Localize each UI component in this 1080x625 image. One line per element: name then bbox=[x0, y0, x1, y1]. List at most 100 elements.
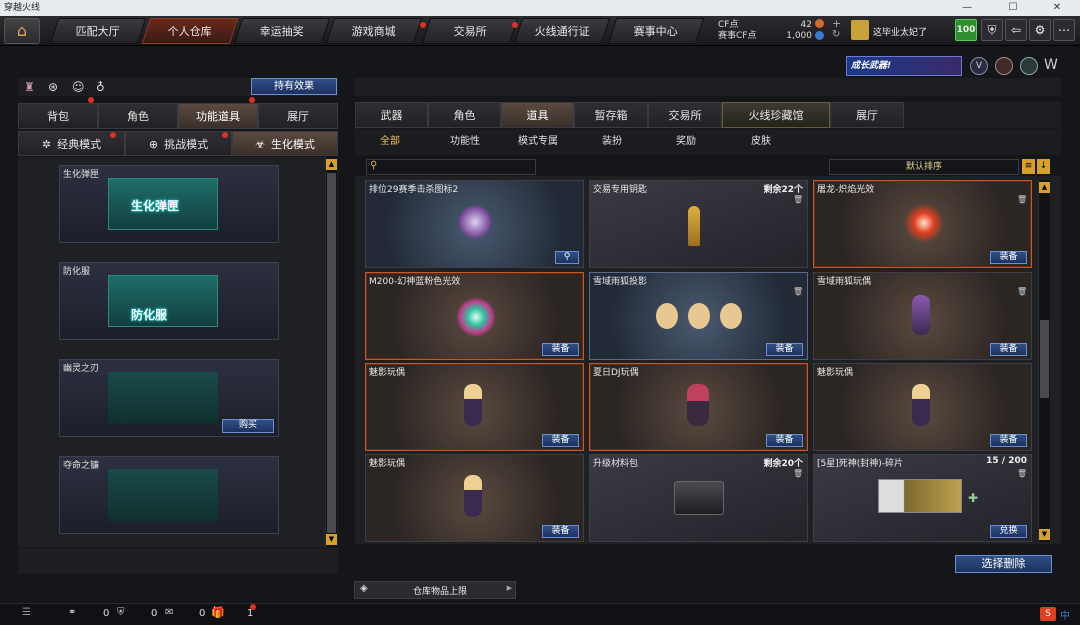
tab-props[interactable]: 道具 bbox=[501, 102, 574, 128]
trash-icon[interactable]: 🗑 bbox=[793, 195, 803, 205]
equip-button[interactable]: 装备 bbox=[542, 434, 579, 447]
scroll-thumb[interactable] bbox=[327, 173, 336, 533]
tab-lucky-draw[interactable]: 幸运抽奖 bbox=[233, 18, 331, 44]
grid-scrollbar[interactable]: ▲ ▼ bbox=[1038, 180, 1050, 542]
subtab-mode-exclusive[interactable]: 模式专属 bbox=[508, 131, 568, 153]
list-icon[interactable]: ☰ bbox=[22, 607, 31, 618]
emblem-icon[interactable] bbox=[995, 57, 1013, 75]
exchange-button[interactable]: 兑换 bbox=[990, 525, 1027, 538]
sort-dropdown[interactable]: 默认排序 bbox=[829, 159, 1019, 175]
scroll-thumb[interactable] bbox=[1040, 320, 1049, 398]
item-card[interactable]: M200-幻神蓝粉色光效 装备 bbox=[365, 272, 584, 360]
tab-functional-items[interactable]: 功能道具 bbox=[178, 103, 258, 129]
scroll-up-icon[interactable]: ▲ bbox=[326, 159, 337, 170]
scroll-up-icon[interactable]: ▲ bbox=[1039, 182, 1050, 193]
subtab-all[interactable]: 全部 bbox=[362, 131, 418, 153]
chat-icon[interactable]: ✉ bbox=[165, 607, 173, 618]
tab-characters[interactable]: 角色 bbox=[428, 102, 501, 128]
gear-icon[interactable]: ⚙ bbox=[1029, 19, 1051, 41]
menu-icon[interactable]: ⋯ bbox=[1053, 19, 1075, 41]
item-card[interactable]: 交易专用钥匙 剩余22个 🗑 bbox=[589, 180, 808, 268]
exit-icon[interactable]: ⇦ bbox=[1005, 19, 1027, 41]
subtab-rewards[interactable]: 奖励 bbox=[658, 131, 714, 153]
list-item[interactable]: 生化弹匣 生化弹匣 bbox=[59, 165, 279, 243]
subtab-functional[interactable]: 功能性 bbox=[435, 131, 495, 153]
subtab-skins[interactable]: 皮肤 bbox=[733, 131, 789, 153]
equip-button[interactable]: 装备 bbox=[542, 525, 579, 538]
equip-button[interactable]: 装备 bbox=[766, 343, 803, 356]
tab-match-lobby[interactable]: 匹配大厅 bbox=[49, 18, 147, 44]
equip-button[interactable]: 装备 bbox=[990, 251, 1027, 264]
tab-storage[interactable]: 暂存箱 bbox=[574, 102, 648, 128]
item-card[interactable]: 魅影玩偶 装备 bbox=[365, 363, 584, 451]
item-card[interactable]: 屠龙-炽焰光效 🗑 装备 bbox=[813, 180, 1032, 268]
item-card[interactable]: 夏日DJ玩偶 装备 bbox=[589, 363, 808, 451]
maximize-button[interactable]: ☐ bbox=[990, 0, 1036, 16]
tab-weapons[interactable]: 武器 bbox=[355, 102, 428, 128]
trash-icon[interactable]: 🗑 bbox=[793, 469, 803, 479]
tab-personal-warehouse[interactable]: 个人仓库 bbox=[141, 18, 239, 44]
tab-showroom[interactable]: 展厅 bbox=[258, 103, 338, 129]
equip-button[interactable]: 装备 bbox=[990, 343, 1027, 356]
gift-icon[interactable]: 🎁 bbox=[211, 606, 225, 619]
trash-icon[interactable]: 🗑 bbox=[1017, 469, 1027, 479]
item-card[interactable]: 雪域雨狐投影 🗑 装备 bbox=[589, 272, 808, 360]
scroll-down-icon[interactable]: ▼ bbox=[326, 534, 337, 545]
list-view-icon[interactable]: ≡ bbox=[1022, 159, 1035, 174]
item-card[interactable]: 排位29赛季击杀图标2 ⚲ bbox=[365, 180, 584, 268]
tab-collection-hall[interactable]: 火线珍藏馆 bbox=[722, 102, 830, 128]
tab-exchange-items[interactable]: 交易所 bbox=[648, 102, 722, 128]
item-card[interactable]: 魅影玩偶 装备 bbox=[813, 363, 1032, 451]
zoom-icon[interactable]: ⚲ bbox=[555, 251, 579, 264]
item-card[interactable]: 雪域雨狐玩偶 🗑 装备 bbox=[813, 272, 1032, 360]
shield-icon[interactable]: ⛨ bbox=[981, 19, 1003, 41]
list-item[interactable]: 幽灵之刃 购买 bbox=[59, 359, 279, 437]
home-icon[interactable]: ⌂ bbox=[4, 18, 40, 44]
buy-button[interactable]: 购买 bbox=[222, 419, 274, 433]
tab-display[interactable]: 展厅 bbox=[830, 102, 904, 128]
sogou-input-icon[interactable]: S bbox=[1040, 607, 1056, 621]
search-input[interactable]: ⚲ bbox=[366, 159, 536, 175]
shield-small-icon[interactable]: ⛨ bbox=[117, 607, 125, 618]
mode-challenge[interactable]: ⊕ 挑战模式 bbox=[125, 131, 232, 156]
mode-zombie[interactable]: ☣ 生化模式 bbox=[232, 131, 338, 156]
subtab-dress-up[interactable]: 装扮 bbox=[584, 131, 640, 153]
sort-direction-icon[interactable]: ↓ bbox=[1037, 159, 1050, 174]
item-card[interactable]: 升级材料包 剩余20个 🗑 bbox=[589, 454, 808, 542]
bag-icon[interactable]: ♁ bbox=[96, 80, 105, 94]
list-item[interactable]: 防化服 防化服 bbox=[59, 262, 279, 340]
minimize-button[interactable]: — bbox=[944, 0, 990, 16]
growth-weapon-banner[interactable]: 成长武器! bbox=[846, 56, 962, 76]
bulk-delete-button[interactable]: 选择删除 bbox=[955, 555, 1052, 573]
tab-exchange[interactable]: 交易所 bbox=[421, 18, 519, 44]
trash-icon[interactable]: 🗑 bbox=[1017, 287, 1027, 297]
tab-character[interactable]: 角色 bbox=[98, 103, 178, 129]
ime-language-icon[interactable]: 中 bbox=[1060, 607, 1070, 622]
refresh-icon[interactable]: ↻ bbox=[832, 29, 840, 40]
equip-button[interactable]: 装备 bbox=[990, 434, 1027, 447]
left-scrollbar[interactable]: ▲ ▼ bbox=[325, 157, 337, 547]
list-item[interactable]: 夺命之镰 bbox=[59, 456, 279, 534]
close-button[interactable]: ✕ bbox=[1034, 0, 1080, 16]
trophy-icon[interactable]: ♜ bbox=[24, 80, 35, 94]
binoculars-icon[interactable]: ⚭ bbox=[68, 607, 76, 618]
item-card[interactable]: [5星]死神(封神)-碎片 15 / 200 🗑 ✚ 兑换 bbox=[813, 454, 1032, 542]
item-card[interactable]: 魅影玩偶 装备 bbox=[365, 454, 584, 542]
wings-icon[interactable] bbox=[1020, 57, 1038, 75]
scroll-down-icon[interactable]: ▼ bbox=[1039, 529, 1050, 540]
tab-events[interactable]: 赛事中心 bbox=[607, 18, 705, 44]
tab-battle-pass[interactable]: 火线通行证 bbox=[513, 18, 611, 44]
person-icon[interactable]: ☺ bbox=[72, 80, 85, 94]
v-badge-icon[interactable]: V bbox=[970, 57, 988, 75]
tab-backpack[interactable]: 背包 bbox=[18, 103, 98, 129]
tab-game-mall[interactable]: 游戏商城 bbox=[325, 18, 423, 44]
trash-icon[interactable]: 🗑 bbox=[1017, 195, 1027, 205]
equip-button[interactable]: 装备 bbox=[766, 434, 803, 447]
capacity-bar[interactable]: ◈ 仓库物品上限 ▶ bbox=[354, 581, 516, 599]
avatar[interactable] bbox=[851, 20, 869, 40]
trash-icon[interactable]: 🗑 bbox=[793, 287, 803, 297]
target-icon[interactable]: ⊛ bbox=[48, 80, 58, 94]
w-logo-icon[interactable]: W bbox=[1044, 57, 1058, 73]
mode-classic[interactable]: ✲ 经典模式 bbox=[18, 131, 125, 156]
effects-button[interactable]: 持有效果 bbox=[251, 78, 337, 95]
